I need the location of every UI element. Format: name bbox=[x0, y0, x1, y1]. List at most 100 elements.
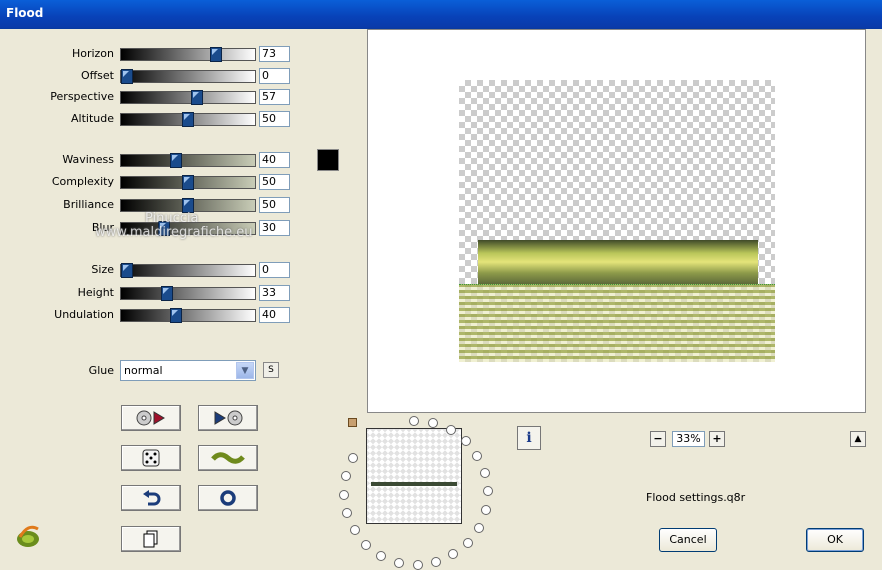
horizon-slider[interactable] bbox=[120, 47, 256, 62]
slider-row-perspective: Perspective 57 bbox=[0, 88, 300, 106]
offset-slider[interactable] bbox=[120, 69, 256, 84]
slider-row-size: Size 0 bbox=[0, 261, 300, 279]
info-button[interactable]: i bbox=[517, 426, 541, 450]
navigator-ring-dot[interactable] bbox=[409, 416, 420, 427]
load-preset-button[interactable] bbox=[121, 405, 181, 431]
slider-row-waviness: Waviness 40 bbox=[0, 151, 300, 169]
perspective-slider[interactable] bbox=[120, 90, 256, 105]
navigator-ring-dot[interactable] bbox=[448, 549, 459, 560]
glue-s-button[interactable]: S bbox=[263, 362, 279, 378]
slider-thumb[interactable] bbox=[170, 153, 182, 168]
navigator-ring-dot[interactable] bbox=[376, 551, 387, 562]
slider-thumb[interactable] bbox=[170, 308, 182, 323]
brilliance-value-field[interactable]: 50 bbox=[259, 197, 290, 213]
copy-icon bbox=[143, 530, 158, 548]
watermark-text: Pinuccia www.maldiregrafiche.eu bbox=[95, 212, 253, 240]
color-swatch[interactable] bbox=[317, 149, 339, 171]
slider-thumb[interactable] bbox=[182, 112, 194, 127]
ok-button[interactable]: OK bbox=[806, 528, 864, 552]
undo-button[interactable] bbox=[121, 485, 181, 511]
navigator-ring-dot[interactable] bbox=[394, 557, 404, 568]
navigator-ring-dot[interactable] bbox=[445, 424, 456, 435]
chevron-down-icon[interactable]: ▼ bbox=[236, 362, 254, 379]
settings-filename: Flood settings.q8r bbox=[646, 491, 746, 504]
slider-label: Height bbox=[77, 286, 114, 299]
size-slider[interactable] bbox=[120, 263, 256, 278]
undo-icon bbox=[143, 490, 161, 506]
undulation-value-field[interactable]: 40 bbox=[259, 307, 290, 323]
slider-row-offset: Offset 0 bbox=[0, 67, 300, 85]
wave-icon bbox=[211, 452, 245, 464]
zoom-level-field[interactable]: 33% bbox=[672, 431, 705, 447]
perspective-value-field[interactable]: 57 bbox=[259, 89, 290, 105]
thumbnail-horizon bbox=[371, 482, 457, 486]
navigator-ring-dot[interactable] bbox=[431, 557, 442, 568]
navigator-handle[interactable] bbox=[348, 418, 357, 427]
slider-label: Size bbox=[91, 263, 114, 276]
reset-button[interactable] bbox=[198, 485, 258, 511]
slider-thumb[interactable] bbox=[182, 175, 194, 190]
altitude-slider[interactable] bbox=[120, 112, 256, 127]
navigator-ring-dot[interactable] bbox=[472, 450, 483, 461]
slider-thumb[interactable] bbox=[121, 263, 133, 278]
waviness-slider[interactable] bbox=[120, 153, 256, 168]
navigator-ring-dot[interactable] bbox=[341, 508, 352, 519]
undulation-slider[interactable] bbox=[120, 308, 256, 323]
navigator-ring-dot[interactable] bbox=[480, 467, 491, 478]
expand-button[interactable]: ▲ bbox=[850, 431, 866, 447]
watermark-line1: Pinuccia bbox=[145, 211, 199, 226]
complexity-slider[interactable] bbox=[120, 175, 256, 190]
altitude-value-field[interactable]: 50 bbox=[259, 111, 290, 127]
navigator-ring-dot[interactable] bbox=[339, 489, 350, 500]
navigator-ring-dot[interactable] bbox=[361, 540, 372, 551]
slider-thumb[interactable] bbox=[121, 69, 133, 84]
watermark-line2: www.maldiregrafiche.eu bbox=[95, 225, 253, 240]
dice-icon bbox=[142, 449, 160, 467]
save-preset-button[interactable] bbox=[198, 405, 258, 431]
navigator-thumbnail[interactable] bbox=[366, 428, 462, 524]
title-bar: Flood bbox=[0, 0, 882, 29]
slider-label: Complexity bbox=[51, 175, 114, 188]
height-value-field[interactable]: 33 bbox=[259, 285, 290, 301]
complexity-value-field[interactable]: 50 bbox=[259, 174, 290, 190]
navigator-ring-dot[interactable] bbox=[480, 504, 491, 515]
glue-label: Glue bbox=[88, 364, 114, 377]
navigator-ring-dot[interactable] bbox=[412, 559, 423, 570]
navigator-ring-dot[interactable] bbox=[341, 471, 352, 481]
slider-thumb[interactable] bbox=[210, 47, 222, 62]
height-slider[interactable] bbox=[120, 286, 256, 301]
navigator-ring-dot[interactable] bbox=[474, 522, 485, 533]
wave-button[interactable] bbox=[198, 445, 258, 471]
copy-button[interactable] bbox=[121, 526, 181, 552]
slider-label: Horizon bbox=[71, 47, 114, 60]
navigator-ring-dot[interactable] bbox=[482, 486, 493, 497]
disk-play-icon bbox=[136, 410, 165, 426]
slider-thumb[interactable] bbox=[161, 286, 173, 301]
flood-reflection bbox=[459, 284, 775, 362]
blur-value-field[interactable]: 30 bbox=[259, 220, 290, 236]
navigator-ring-dot[interactable] bbox=[460, 435, 471, 446]
flood-band bbox=[478, 240, 758, 284]
navigator-ring-dot[interactable] bbox=[349, 525, 360, 536]
offset-value-field[interactable]: 0 bbox=[259, 68, 290, 84]
zoom-in-button[interactable]: + bbox=[709, 431, 725, 447]
randomize-button[interactable] bbox=[121, 445, 181, 471]
waviness-value-field[interactable]: 40 bbox=[259, 152, 290, 168]
slider-label: Offset bbox=[80, 69, 114, 82]
glue-select[interactable]: normal ▼ bbox=[120, 360, 256, 381]
navigator-ring-dot[interactable] bbox=[427, 418, 438, 429]
cancel-button[interactable]: Cancel bbox=[659, 528, 717, 552]
slider-label: Brilliance bbox=[63, 198, 114, 211]
horizon-value-field[interactable]: 73 bbox=[259, 46, 290, 62]
slider-label: Perspective bbox=[50, 90, 114, 103]
slider-thumb[interactable] bbox=[191, 90, 203, 105]
navigator-ring-dot[interactable] bbox=[463, 537, 474, 548]
ring-icon bbox=[220, 490, 236, 506]
size-value-field[interactable]: 0 bbox=[259, 262, 290, 278]
navigator-ring-dot[interactable] bbox=[347, 453, 358, 464]
preview-panel[interactable] bbox=[367, 29, 866, 413]
slider-label: Waviness bbox=[62, 153, 114, 166]
zoom-out-button[interactable]: − bbox=[650, 431, 666, 447]
preview-image bbox=[459, 80, 775, 362]
slider-row-undulation: Undulation 40 bbox=[0, 306, 300, 324]
